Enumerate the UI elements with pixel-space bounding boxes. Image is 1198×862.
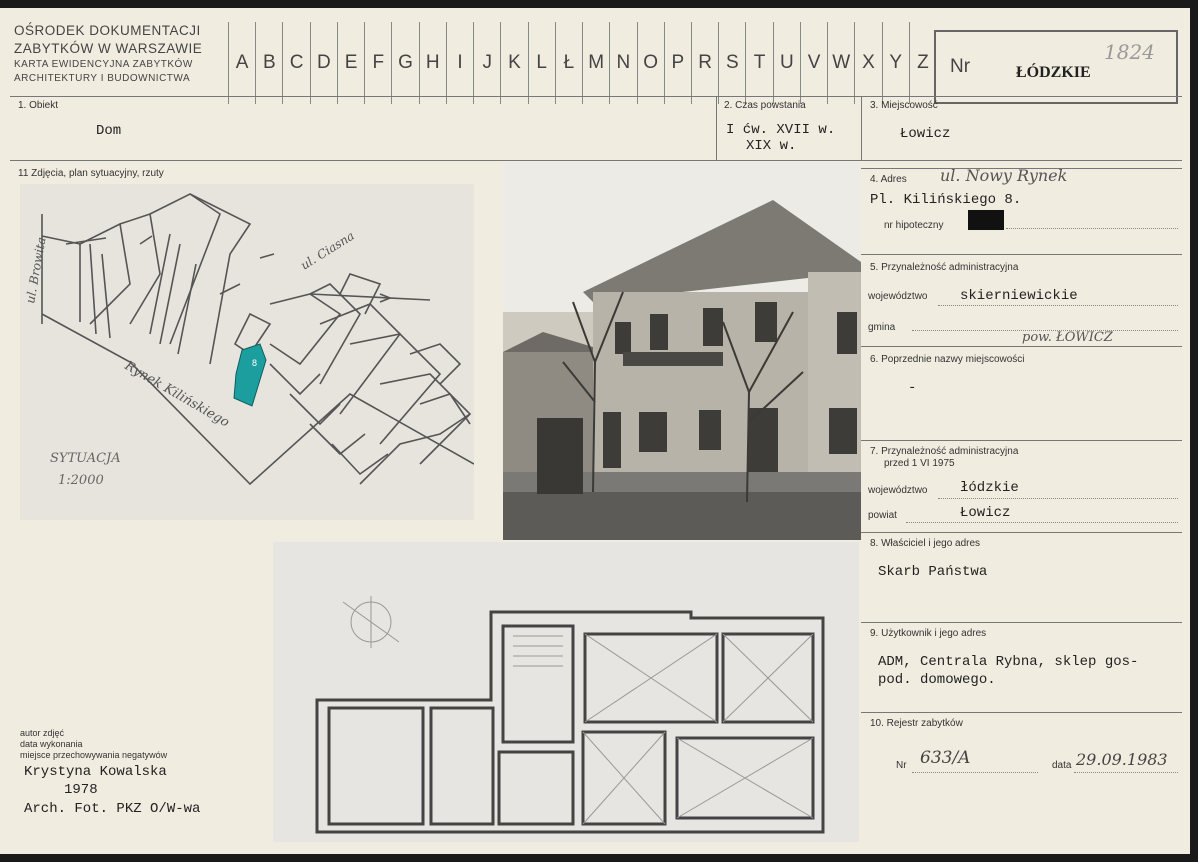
wlasciciel-value: Skarb Państwa (878, 564, 988, 580)
index-letter: U (772, 22, 800, 104)
wojewodztwo-value: skierniewickie (960, 288, 1078, 304)
powiat-label: powiat (868, 510, 897, 521)
adres-label: 4. Adres (870, 174, 907, 185)
index-letter: O (636, 22, 664, 104)
rejestr-label: 10. Rejestr zabytków (870, 718, 963, 729)
rejestr-data-label: data (1052, 760, 1072, 771)
map-drawing: 8 ul. Browita ul. Ciasna Rynek Kilińskie… (23, 193, 474, 488)
wojewodztwo-label: województwo (868, 291, 928, 302)
przynaleznosc-label: 5. Przynależność administracyjna (870, 262, 1019, 273)
index-letter: K (500, 22, 527, 104)
index-letter: S (718, 22, 745, 104)
index-letter: F (364, 22, 391, 104)
number-box: Nr ŁÓDZKIE 1824 (934, 30, 1178, 104)
map-caption-1: SYTUACJA (50, 451, 121, 466)
rejestr-data-value: 29.09.1983 (1076, 750, 1168, 769)
index-letter: T (745, 22, 772, 104)
catalog-number: 1824 (1104, 40, 1155, 64)
index-letter: I (445, 22, 473, 104)
index-letter: H (418, 22, 446, 104)
obiekt-label: 1. Obiekt (18, 100, 59, 111)
czas-value-2: XIX w. (746, 138, 797, 154)
czas-value-1: I ćw. XVII w. (726, 122, 836, 138)
credit-label-date: data wykonania (20, 739, 83, 749)
hipoteczny-label: nr hipoteczny (884, 220, 944, 231)
org-line-1: OŚRODEK DOKUMENTACJI (14, 23, 201, 38)
index-letter: A (228, 22, 255, 104)
poprzednie-value: - (908, 380, 917, 396)
poprzednie-label: 6. Poprzednie nazwy miejscowości (870, 354, 1025, 365)
index-letter: P (663, 22, 691, 104)
floor-plan-drawing (315, 596, 825, 834)
index-letter: Y (881, 22, 909, 104)
powiat-value: Łowicz (960, 505, 1011, 521)
credit-archive: Arch. Fot. PKZ O/W-wa (24, 801, 201, 817)
obiekt-value: Dom (96, 123, 122, 139)
wlasciciel-label: 8. Właściciel i jego adres (870, 538, 981, 549)
index-letter: J (473, 22, 500, 104)
index-letter: D (309, 22, 337, 104)
plot-label: 8 (252, 358, 257, 368)
building-photo (503, 162, 861, 540)
rejestr-nr-label: Nr (896, 760, 907, 771)
index-letter: W (827, 22, 854, 104)
credit-year: 1978 (64, 782, 98, 798)
alphabet-index: ABCDEFGHIJKLŁMNOPRSTUVWXYZ (228, 22, 936, 104)
wojewodztwo2-label: województwo (868, 485, 928, 496)
index-letter: M (582, 22, 609, 104)
situation-map: 8 ul. Browita ul. Ciasna Rynek Kilińskie… (20, 184, 474, 520)
index-letter: L (527, 22, 555, 104)
redacted-block (968, 210, 1004, 230)
adres-value: Pl. Kilińskiego 8. (870, 192, 1022, 208)
credit-label-archive: miejsce przechowywania negatywów (20, 750, 168, 760)
index-letter: N (609, 22, 636, 104)
index-letter: C (282, 22, 309, 104)
institution-name: OŚRODEK DOKUMENTACJI ZABYTKÓW W WARSZAWI… (14, 22, 226, 104)
rejestr-nr-value: 633/A (920, 748, 971, 768)
record-card: OŚRODEK DOKUMENTACJI ZABYTKÓW W WARSZAWI… (0, 8, 1190, 854)
czas-label: 2. Czas powstania (724, 100, 806, 111)
org-line-2: ZABYTKÓW W WARSZAWIE (14, 41, 203, 57)
index-letter: X (854, 22, 881, 104)
uzytkownik-value-2: pod. domowego. (878, 672, 996, 688)
map-caption-2: 1:2000 (58, 473, 104, 488)
index-letter: Ł (554, 22, 582, 104)
wojewodztwo2-value: łódzkie (960, 480, 1019, 496)
credit-label-author: autor zdjęć (20, 728, 65, 738)
miejscowosc-value: Łowicz (900, 126, 951, 142)
index-letter: Z (908, 22, 936, 104)
street-label-1: ul. Browita (23, 236, 48, 304)
street-label-2: ul. Ciasna (298, 229, 357, 273)
uzytkownik-value-1: ADM, Centrala Rybna, sklep gos- (878, 654, 1139, 670)
przed-label-1: 7. Przynależność administracyjna (870, 446, 1019, 457)
photo-drawing (503, 162, 861, 540)
przed-label-2: przed 1 VI 1975 (884, 458, 955, 469)
zdjecia-label: 11 Zdjęcia, plan sytuacyjny, rzuty (18, 168, 164, 179)
gmina-handwritten: pow. ŁOWICZ (1022, 330, 1113, 345)
adres-handwritten: ul. Nowy Rynek (940, 166, 1068, 185)
gmina-label: gmina (868, 322, 896, 333)
uzytkownik-label: 9. Użytkownik i jego adres (870, 628, 987, 639)
org-line-3: KARTA EWIDENCYJNA ZABYTKÓW (14, 59, 193, 71)
nr-label: Nr (950, 56, 971, 77)
voivodeship-heading: ŁÓDZKIE (1016, 64, 1091, 81)
index-letter: R (690, 22, 718, 104)
index-letter: G (391, 22, 418, 104)
credit-author: Krystyna Kowalska (24, 764, 167, 780)
org-line-4: ARCHITEKTURY I BUDOWNICTWA (14, 72, 191, 84)
index-letter: V (799, 22, 827, 104)
index-letter: B (255, 22, 282, 104)
index-letter: E (336, 22, 364, 104)
square-label: Rynek Kilińskiego (121, 358, 232, 431)
floor-plan (273, 542, 859, 842)
miejscowosc-label: 3. Miejscowość (870, 100, 938, 111)
